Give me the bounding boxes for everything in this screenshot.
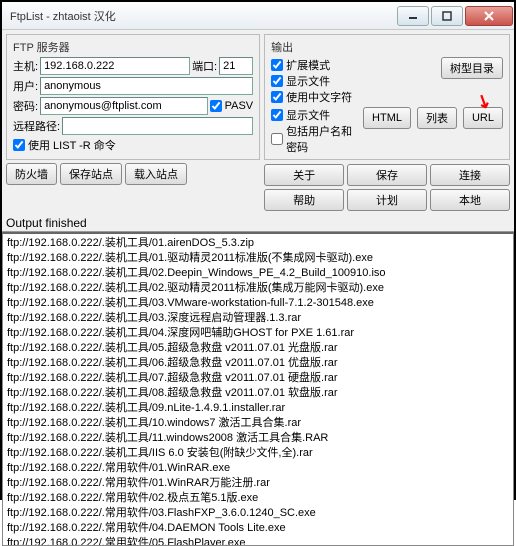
connect-button[interactable]: 连接 xyxy=(430,164,510,186)
ftp-section-title: FTP 服务器 xyxy=(13,39,253,55)
usecn-checkbox[interactable]: 使用中文字符 xyxy=(271,89,435,105)
output-line: ftp://192.168.0.222/.装机工具/11.windows2008… xyxy=(7,431,509,446)
output-line: ftp://192.168.0.222/.装机工具/02.驱动精灵2011标准版… xyxy=(7,281,509,296)
output-line: ftp://192.168.0.222/.装机工具/09.nLite-1.4.9… xyxy=(7,401,509,416)
list-button[interactable]: 列表 xyxy=(417,107,457,129)
port-input[interactable] xyxy=(219,57,253,75)
minimize-button[interactable] xyxy=(397,6,429,26)
output-panel: 输出 扩展模式 显示文件 使用中文字符 树型目录 显示文件 包括用户名和密码 H… xyxy=(264,34,510,160)
output-section-title: 输出 xyxy=(271,39,503,55)
showfile-checkbox[interactable]: 显示文件 xyxy=(271,73,435,89)
output-line: ftp://192.168.0.222/.装机工具/05.超级急救盘 v2011… xyxy=(7,341,509,356)
pass-input[interactable] xyxy=(40,97,208,115)
extmode-checkbox[interactable]: 扩展模式 xyxy=(271,57,435,73)
savesite-button[interactable]: 保存站点 xyxy=(60,163,122,185)
plan-button[interactable]: 计划 xyxy=(347,189,427,211)
output-line: ftp://192.168.0.222/.常用软件/01.WinRAR.exe xyxy=(7,461,509,476)
window-titlebar: FtpList - zhtaoist 汉化 xyxy=(2,2,514,30)
loadsite-button[interactable]: 载入站点 xyxy=(125,163,187,185)
output-line: ftp://192.168.0.222/.装机工具/01.airenDOS_5.… xyxy=(7,236,509,251)
local-button[interactable]: 本地 xyxy=(430,189,510,211)
output-line: ftp://192.168.0.222/.常用软件/04.DAEMON Tool… xyxy=(7,521,509,536)
output-line: ftp://192.168.0.222/.装机工具/07.超级急救盘 v2011… xyxy=(7,371,509,386)
pass-label: 密码: xyxy=(13,98,38,114)
firewall-button[interactable]: 防火墙 xyxy=(6,163,57,185)
output-line: ftp://192.168.0.222/.常用软件/02.极点五笔5.1版.ex… xyxy=(7,491,509,506)
window-title: FtpList - zhtaoist 汉化 xyxy=(10,8,396,24)
pasv-checkbox[interactable]: PASV xyxy=(210,100,254,112)
about-button[interactable]: 关于 xyxy=(264,164,344,186)
output-line: ftp://192.168.0.222/.装机工具/03.深度远程启动管理器.1… xyxy=(7,311,509,326)
port-label: 端口: xyxy=(192,58,217,74)
user-label: 用户: xyxy=(13,78,38,94)
output-line: ftp://192.168.0.222/.装机工具/10.windows7 激活… xyxy=(7,416,509,431)
ftp-panel: FTP 服务器 主机: 端口: 用户: 密码: PASV 远程路径: 使用 LI… xyxy=(6,34,260,160)
maximize-button[interactable] xyxy=(431,6,463,26)
user-input[interactable] xyxy=(40,77,253,95)
output-listing[interactable]: ftp://192.168.0.222/.装机工具/01.airenDOS_5.… xyxy=(2,232,514,546)
remote-label: 远程路径: xyxy=(13,118,60,134)
host-label: 主机: xyxy=(13,58,38,74)
output-line: ftp://192.168.0.222/.装机工具/IIS 6.0 安装包(附缺… xyxy=(7,446,509,461)
help-button[interactable]: 帮助 xyxy=(264,189,344,211)
html-button[interactable]: HTML xyxy=(363,107,411,129)
output-line: ftp://192.168.0.222/.常用软件/05.FlashPlayer… xyxy=(7,536,509,546)
host-input[interactable] xyxy=(40,57,190,75)
output-line: ftp://192.168.0.222/.常用软件/03.FlashFXP_3.… xyxy=(7,506,509,521)
output-line: ftp://192.168.0.222/.装机工具/04.深度网吧辅助GHOST… xyxy=(7,326,509,341)
remote-input[interactable] xyxy=(62,117,253,135)
output-line: ftp://192.168.0.222/.装机工具/01.驱动精灵2011标准版… xyxy=(7,251,509,266)
close-button[interactable] xyxy=(465,6,513,26)
showfile2-checkbox[interactable]: 显示文件 xyxy=(271,107,357,123)
output-line: ftp://192.168.0.222/.装机工具/06.超级急救盘 v2011… xyxy=(7,356,509,371)
incuserpass-checkbox[interactable]: 包括用户名和密码 xyxy=(271,123,357,155)
output-line: ftp://192.168.0.222/.装机工具/02.Deepin_Wind… xyxy=(7,266,509,281)
status-text: Output finished xyxy=(2,215,514,232)
output-line: ftp://192.168.0.222/.装机工具/08.超级急救盘 v2011… xyxy=(7,386,509,401)
output-line: ftp://192.168.0.222/.装机工具/03.VMware-work… xyxy=(7,296,509,311)
output-line: ftp://192.168.0.222/.常用软件/01.WinRAR万能注册.… xyxy=(7,476,509,491)
save-button[interactable]: 保存 xyxy=(347,164,427,186)
treedir-button[interactable]: 树型目录 xyxy=(441,57,503,79)
listr-checkbox[interactable]: 使用 LIST -R 命令 xyxy=(13,137,253,153)
